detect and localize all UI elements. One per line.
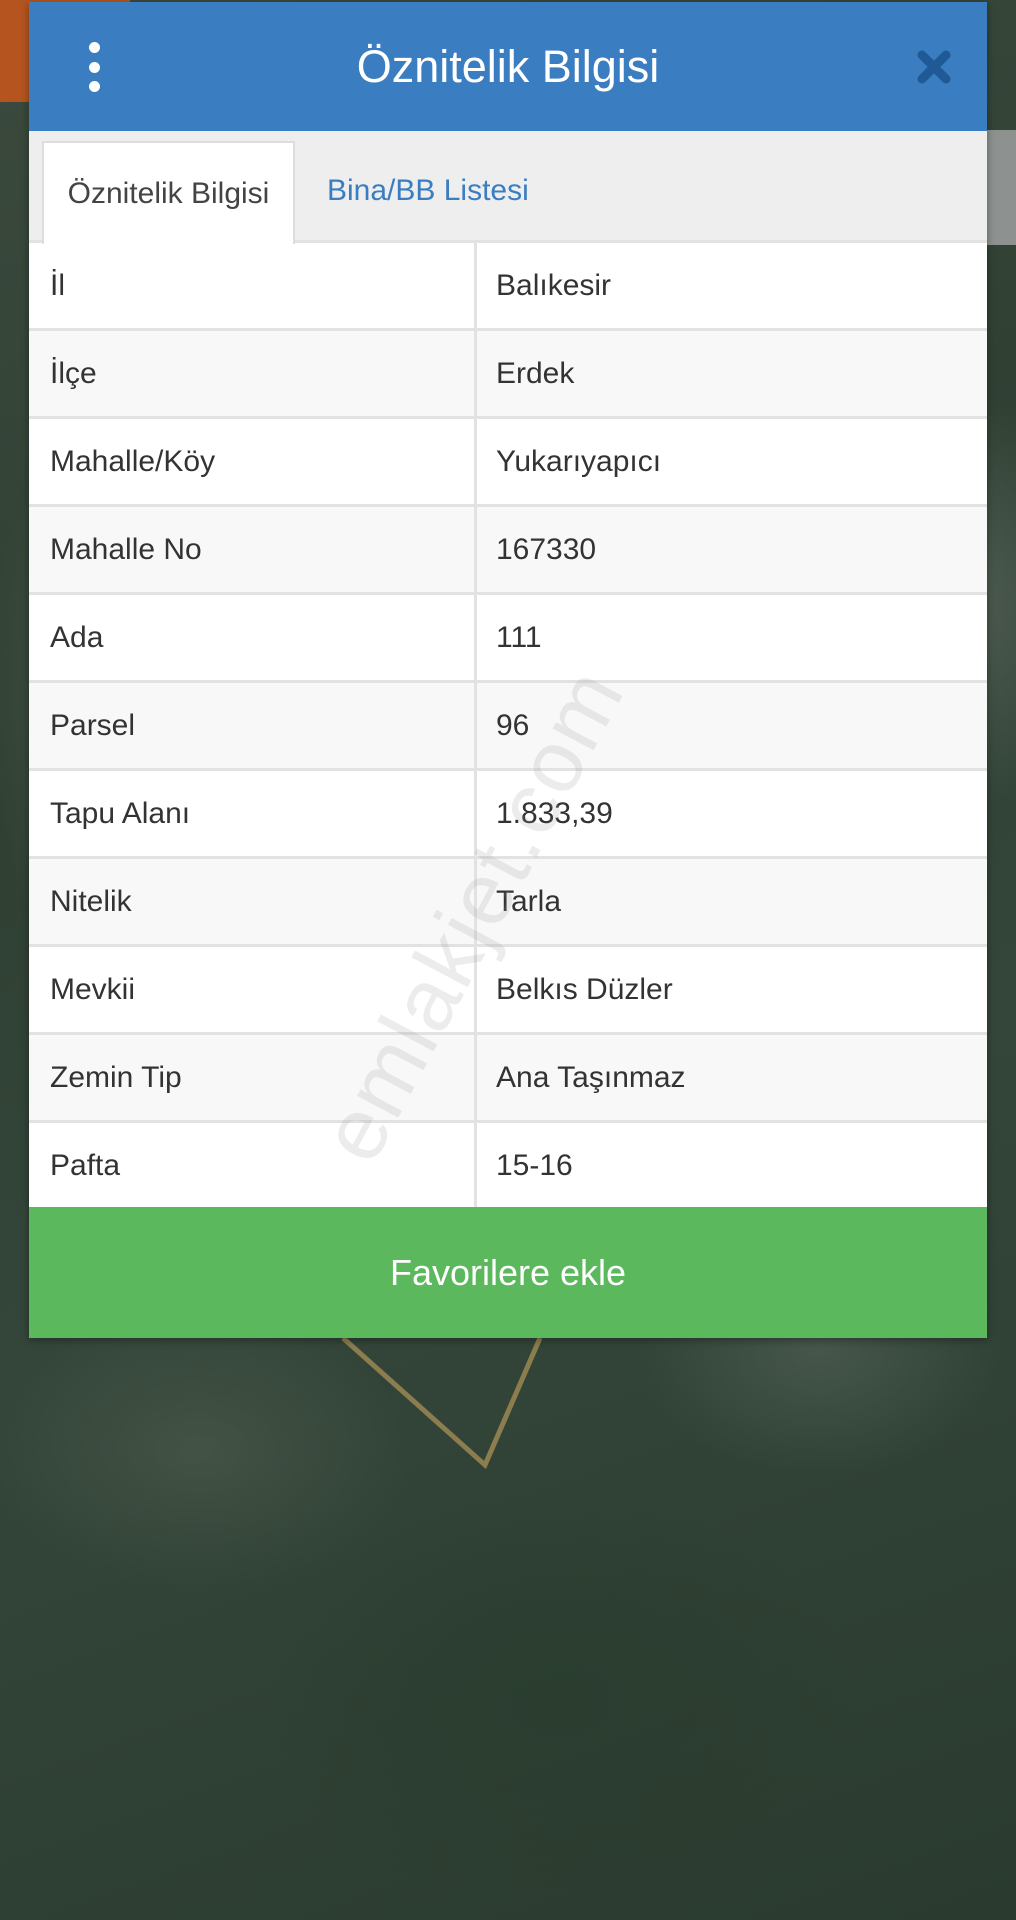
- row-label: Mahalle/Köy: [29, 419, 477, 504]
- row-value: 111: [496, 620, 542, 654]
- modal-title: Öznitelik Bilgisi: [356, 40, 660, 92]
- row-label: Mahalle No: [29, 507, 477, 592]
- table-row: İlçe Erdek: [29, 331, 987, 419]
- modal-header: Öznitelik Bilgisi: [29, 2, 987, 131]
- row-label: İl: [29, 243, 477, 328]
- table-row: Pafta 15-16: [29, 1123, 987, 1208]
- table-row: Mahalle No 167330: [29, 507, 987, 595]
- row-value: Balıkesir: [496, 268, 612, 302]
- row-value: 96: [496, 708, 530, 742]
- row-value: Tarla: [496, 884, 562, 918]
- table-row: Zemin Tip Ana Taşınmaz: [29, 1035, 987, 1123]
- add-to-favorites-button[interactable]: Favorilere ekle: [29, 1207, 987, 1338]
- table-row: Ada 111: [29, 595, 987, 683]
- table-row: Nitelik Tarla: [29, 859, 987, 947]
- table-row: Mahalle/Köy Yukarıyapıcı: [29, 419, 987, 507]
- row-label: Pafta: [29, 1123, 477, 1208]
- attribute-info-modal: Öznitelik Bilgisi Öznitelik Bilgisi Bina…: [29, 2, 987, 1338]
- table-row: Mevkii Belkıs Düzler: [29, 947, 987, 1035]
- row-label: Parsel: [29, 683, 477, 768]
- tab-building-list[interactable]: Bina/BB Listesi: [327, 141, 529, 241]
- row-label: Nitelik: [29, 859, 477, 944]
- row-label: Ada: [29, 595, 477, 680]
- row-label: Zemin Tip: [29, 1035, 477, 1120]
- row-value: Belkıs Düzler: [496, 972, 673, 1006]
- row-label: Tapu Alanı: [29, 771, 477, 856]
- table-row: Tapu Alanı 1.833,39: [29, 771, 987, 859]
- table-row: Parsel 96: [29, 683, 987, 771]
- row-label: Mevkii: [29, 947, 477, 1032]
- row-value: 1.833,39: [496, 796, 613, 830]
- tab-attribute-info[interactable]: Öznitelik Bilgisi: [42, 141, 295, 244]
- row-value: Yukarıyapıcı: [496, 444, 662, 478]
- table-row: İl Balıkesir: [29, 243, 987, 331]
- row-label: İlçe: [29, 331, 477, 416]
- row-value: Ana Taşınmaz: [496, 1060, 686, 1094]
- row-value: 167330: [496, 532, 597, 566]
- attribute-table: İl Balıkesir İlçe Erdek Mahalle/Köy Yuka…: [29, 243, 987, 1208]
- close-icon[interactable]: [914, 47, 954, 87]
- row-value: Erdek: [496, 356, 575, 390]
- row-value: 15-16: [496, 1148, 573, 1182]
- menu-vertical-dots-icon[interactable]: [79, 42, 109, 92]
- tab-bar: Öznitelik Bilgisi Bina/BB Listesi: [29, 131, 987, 244]
